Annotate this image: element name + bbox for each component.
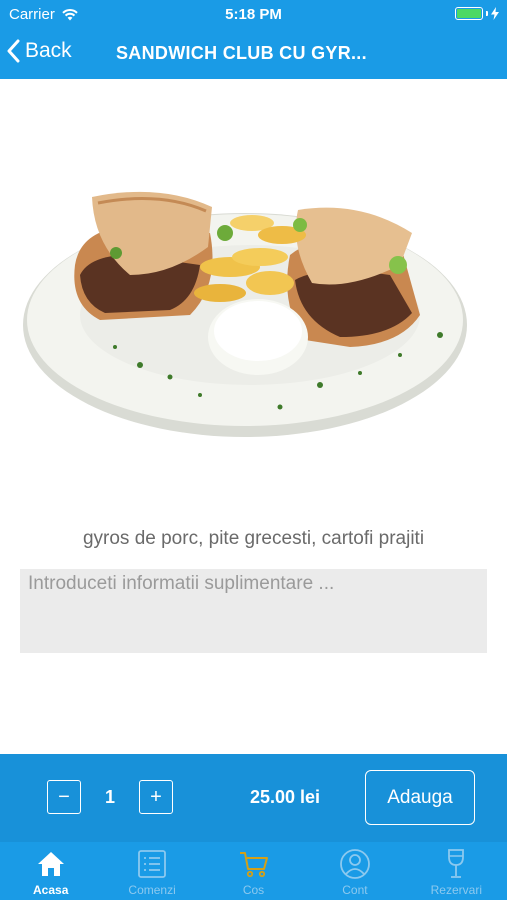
back-button[interactable]: Back bbox=[6, 39, 72, 63]
charging-bolt-icon bbox=[491, 7, 499, 20]
tab-cos[interactable]: Cos bbox=[203, 842, 304, 900]
tab-label: Comenzi bbox=[128, 883, 176, 897]
product-description: gyros de porc, pite grecesti, cartofi pr… bbox=[82, 528, 425, 549]
order-bar: − 1 + 25.00 lei Adauga bbox=[0, 754, 507, 842]
wine-glass-icon bbox=[448, 849, 465, 878]
battery-indicator bbox=[455, 7, 499, 20]
status-bar: Carrier 5:18 PM bbox=[0, 0, 507, 28]
add-to-cart-button[interactable]: Adauga bbox=[365, 770, 475, 825]
user-icon bbox=[340, 849, 370, 879]
tab-label: Acasa bbox=[33, 883, 69, 897]
additional-info-input[interactable] bbox=[20, 569, 487, 653]
decrease-quantity-button[interactable]: − bbox=[47, 780, 81, 814]
chevron-left-icon bbox=[7, 39, 20, 63]
tab-label: Rezervari bbox=[430, 883, 482, 897]
back-label: Back bbox=[25, 39, 72, 62]
battery-icon bbox=[455, 7, 483, 20]
home-icon bbox=[37, 852, 64, 876]
price-label: 25.00 lei bbox=[249, 787, 321, 807]
plus-icon: + bbox=[150, 785, 162, 808]
quantity-value: 1 bbox=[104, 787, 115, 807]
tab-acasa[interactable]: Acasa bbox=[0, 842, 101, 900]
cart-icon bbox=[239, 852, 268, 878]
tab-cont[interactable]: Cont bbox=[304, 842, 405, 900]
tab-label: Cont bbox=[342, 883, 368, 897]
status-time: 5:18 PM bbox=[225, 6, 282, 23]
page-title: SANDWICH CLUB CU GYR... bbox=[116, 43, 367, 63]
list-icon bbox=[138, 850, 167, 878]
navigation-bar: Back SANDWICH CLUB CU GYR... bbox=[0, 28, 507, 79]
tab-comenzi[interactable]: Comenzi bbox=[101, 842, 202, 900]
tab-bar: Acasa Comenzi Cos Cont Rezervari bbox=[0, 842, 507, 900]
increase-quantity-button[interactable]: + bbox=[139, 780, 173, 814]
product-image bbox=[23, 191, 467, 437]
tab-label: Cos bbox=[242, 883, 265, 897]
tab-rezervari[interactable]: Rezervari bbox=[406, 842, 507, 900]
minus-icon: − bbox=[58, 785, 70, 808]
